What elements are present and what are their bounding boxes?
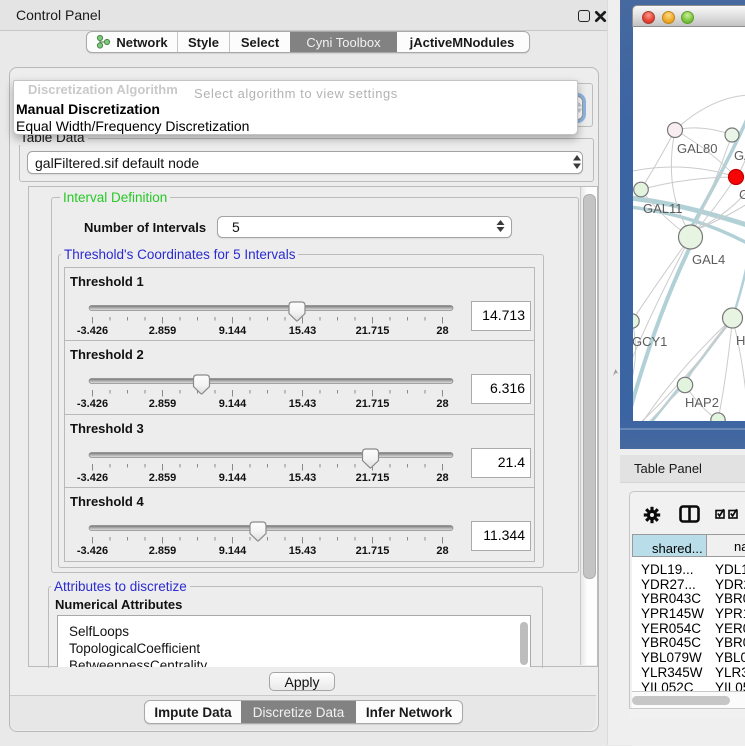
svg-text:CDC6: CDC6	[739, 187, 745, 202]
svg-text:15.43: 15.43	[288, 472, 316, 484]
svg-text:9.144: 9.144	[218, 545, 246, 557]
svg-text:-3.426: -3.426	[76, 325, 107, 337]
svg-text:-3.426: -3.426	[76, 398, 107, 410]
svg-text:21.715: 21.715	[355, 398, 389, 410]
svg-text:28: 28	[436, 325, 448, 337]
svg-text:-3.426: -3.426	[76, 545, 107, 557]
svg-text:15.43: 15.43	[288, 325, 316, 337]
svg-text:2.859: 2.859	[148, 545, 176, 557]
svg-text:9.144: 9.144	[218, 325, 246, 337]
svg-text:GAL4: GAL4	[692, 252, 725, 267]
svg-text:-3.426: -3.426	[76, 472, 107, 484]
svg-text:21.715: 21.715	[355, 545, 389, 557]
svg-text:28: 28	[436, 398, 448, 410]
svg-text:2.859: 2.859	[148, 472, 176, 484]
svg-text:21.715: 21.715	[355, 325, 389, 337]
svg-text:9.144: 9.144	[218, 472, 246, 484]
svg-text:GAL3: GAL3	[734, 148, 745, 163]
svg-text:HIS7: HIS7	[736, 333, 745, 348]
svg-text:2.859: 2.859	[148, 398, 176, 410]
svg-text:9.144: 9.144	[218, 398, 246, 410]
svg-text:15.43: 15.43	[288, 545, 316, 557]
svg-text:28: 28	[436, 545, 448, 557]
svg-text:GCY1: GCY1	[633, 334, 667, 349]
svg-text:15.43: 15.43	[288, 398, 316, 410]
svg-text:2.859: 2.859	[148, 325, 176, 337]
svg-text:GAL11: GAL11	[643, 201, 683, 216]
svg-text:28: 28	[436, 472, 448, 484]
svg-text:HAP2: HAP2	[685, 395, 719, 410]
svg-text:21.715: 21.715	[355, 472, 389, 484]
svg-text:GAL80: GAL80	[677, 141, 717, 156]
